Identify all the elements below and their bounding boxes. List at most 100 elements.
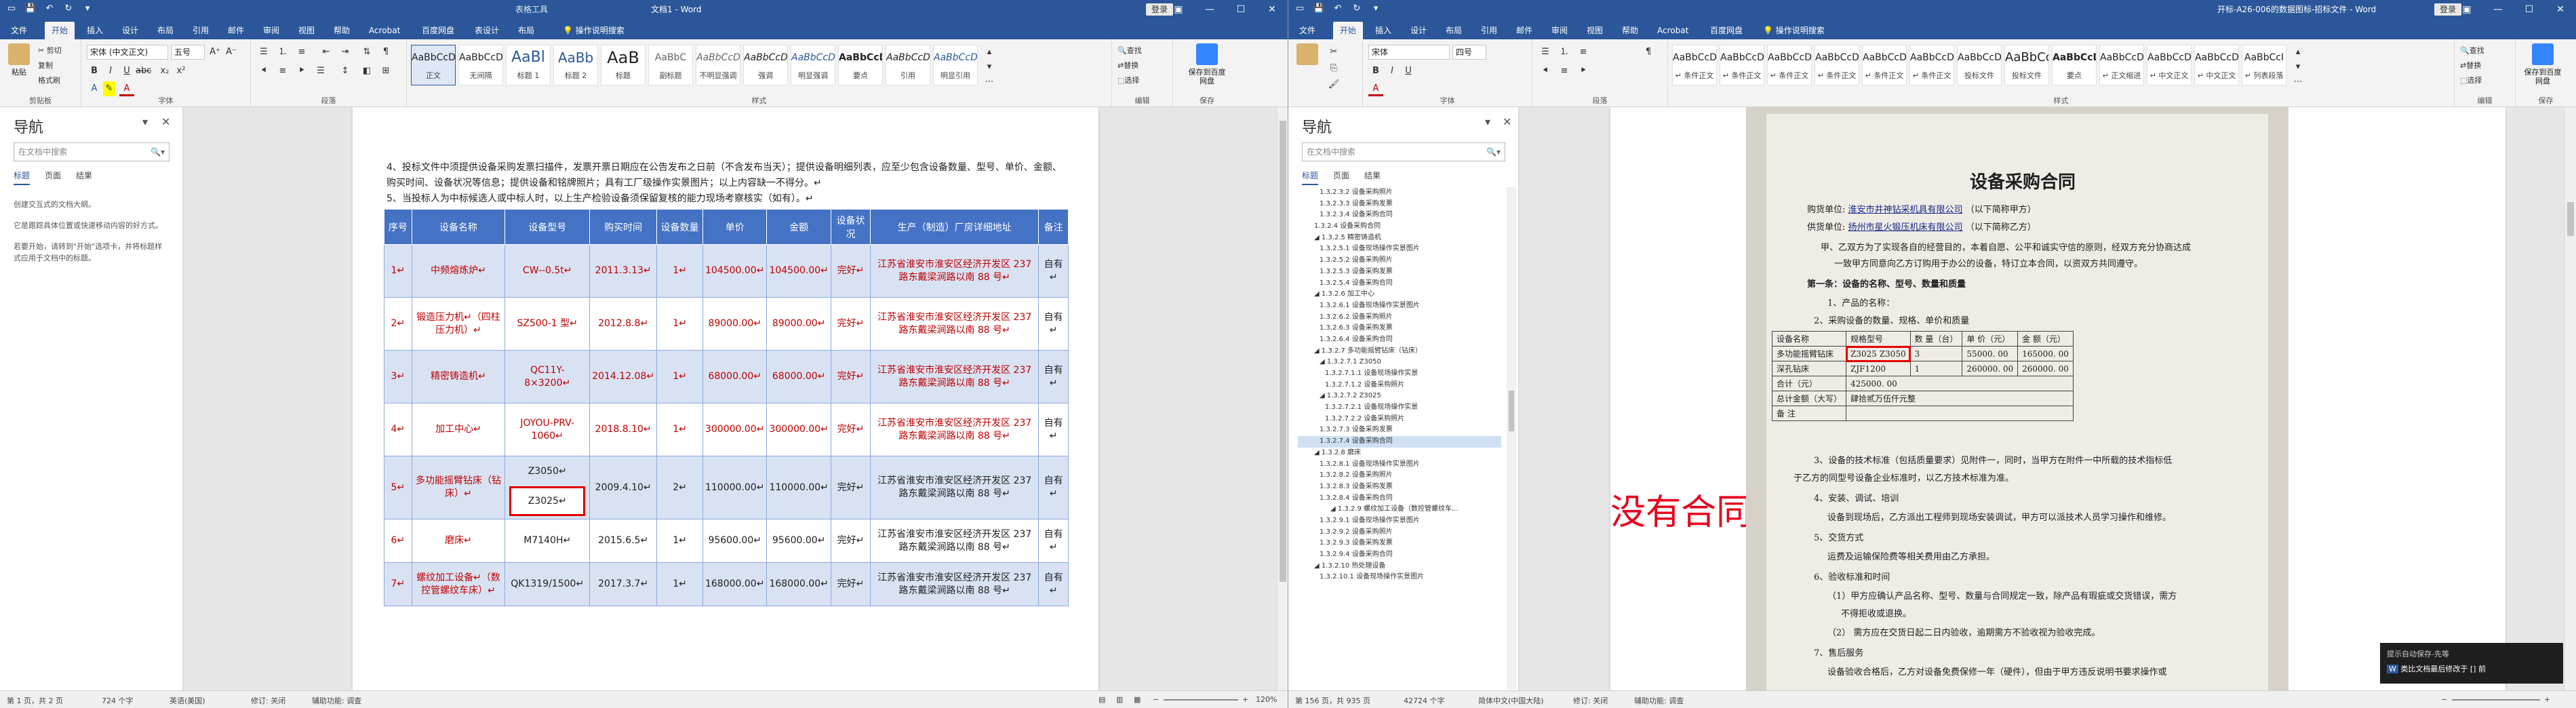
- style-item[interactable]: AaBbCcDc↵ 条件正文: [1815, 45, 1859, 85]
- cell-model[interactable]: QK1319/1500↵: [504, 562, 591, 606]
- align-right-icon[interactable]: ⯈: [1576, 64, 1591, 79]
- nav-tree-item[interactable]: 1.3.2.3.2 设备采购照片: [1298, 187, 1501, 199]
- styles-more-icon[interactable]: ⋯: [2291, 75, 2305, 90]
- styles-scroll-down-icon[interactable]: ▾: [2291, 60, 2305, 75]
- style-item[interactable]: AaBbCcDc要点: [2052, 45, 2097, 85]
- nav-options-icon[interactable]: ▾: [142, 115, 148, 128]
- cell-amount[interactable]: 104500.00↵: [766, 244, 831, 298]
- decrease-indent-icon[interactable]: ⇤: [319, 45, 334, 60]
- bold-icon[interactable]: B: [1368, 64, 1383, 79]
- maximize-icon[interactable]: ☐: [2514, 0, 2545, 19]
- cell-price[interactable]: 300000.00↵: [702, 403, 768, 456]
- font-size-select[interactable]: 四号: [1452, 45, 1486, 60]
- nav-tree-item[interactable]: 1.3.2.7.2.2 设备采购照片: [1298, 414, 1501, 425]
- tab-design[interactable]: 设计: [115, 22, 145, 39]
- underline-icon[interactable]: U: [1401, 64, 1416, 79]
- cell-model[interactable]: JOYOU-PRV-1060↵: [504, 403, 591, 456]
- grow-font-icon[interactable]: A⁺: [207, 45, 222, 60]
- cell-qty[interactable]: 1↵: [656, 350, 703, 404]
- style-heading2[interactable]: AaBb 标题 2: [553, 45, 598, 85]
- find-button[interactable]: 🔍查找: [2460, 43, 2484, 58]
- cell-remark[interactable]: 自有↵: [1038, 456, 1069, 519]
- autosave-toast[interactable]: 提示自动保存-先等 W 类比文档最后修改于 [] 前: [2380, 643, 2563, 684]
- save-baidu-button[interactable]: 保存到百度网盘: [2522, 43, 2563, 85]
- nav-tab-pages[interactable]: 页面: [45, 170, 61, 185]
- contract-photo[interactable]: 设备采购合同 购货单位: 淮安市井神钻采机具有限公司 （以下简称甲方） 供货单位…: [1746, 107, 2288, 690]
- document-page[interactable]: 4、投标文件中须提供设备采购发票扫描件，发票开票日期应在公告发布之日前（不含发布…: [353, 107, 1098, 690]
- nav-tree-item[interactable]: 1.3.2.9.3 设备采购发票: [1298, 538, 1501, 549]
- show-marks-icon[interactable]: ¶: [378, 45, 393, 60]
- nav-tree-item[interactable]: 1.3.2.7.4 设备采购合同: [1298, 436, 1501, 448]
- status-language[interactable]: 简体中文(中国大陆): [1478, 695, 1544, 706]
- cell-model[interactable]: SZ500-1 型↵: [504, 297, 591, 351]
- tab-help[interactable]: 帮助: [327, 22, 357, 39]
- style-item[interactable]: AaBbCcDc↵ 正文缩进: [2099, 45, 2144, 85]
- style-emphasis[interactable]: AaBbCcDd强调: [743, 45, 788, 85]
- close-icon[interactable]: ✕: [1256, 0, 1288, 19]
- save-icon[interactable]: 💾: [24, 3, 37, 15]
- minimize-icon[interactable]: —: [2482, 0, 2514, 19]
- cell-model[interactable]: Z3050↵ Z3025↵: [504, 456, 591, 519]
- cell-date[interactable]: 2017.3.7↵: [589, 562, 658, 606]
- select-button[interactable]: ⬚选择: [1117, 73, 1139, 88]
- cell-model[interactable]: QC11Y-8×3200↵: [504, 350, 591, 404]
- subscript-icon[interactable]: x₂: [157, 64, 172, 79]
- tab-file[interactable]: 文件: [4, 22, 34, 39]
- tab-view[interactable]: 视图: [1580, 22, 1610, 39]
- cell-no[interactable]: 7↵: [384, 562, 412, 606]
- nav-tree-item[interactable]: 1.3.2.8.1 设备现场操作实景图片: [1298, 459, 1501, 471]
- font-name-select[interactable]: 宋体 (中文正文): [87, 45, 168, 60]
- cell-name[interactable]: 锻造压力机↵（四柱压力机）↵: [411, 297, 506, 351]
- maximize-icon[interactable]: ☐: [1225, 0, 1256, 19]
- cut-icon[interactable]: ✂: [1326, 45, 1341, 60]
- ribbon-display-icon[interactable]: ▣: [2451, 0, 2482, 19]
- cell-remark[interactable]: 自有↵: [1038, 562, 1069, 606]
- styles-scroll-up-icon[interactable]: ▴: [982, 45, 997, 60]
- tab-design[interactable]: 设计: [1404, 22, 1433, 39]
- minimize-icon[interactable]: —: [1194, 0, 1225, 19]
- font-color-icon[interactable]: A: [119, 81, 134, 96]
- align-left-icon[interactable]: ⯇: [1538, 64, 1553, 79]
- style-normal[interactable]: AaBbCcDd正文: [411, 45, 456, 85]
- customize-icon[interactable]: ▾: [81, 3, 94, 15]
- tab-layout[interactable]: 布局: [151, 22, 180, 39]
- nav-tree-item[interactable]: 1.3.2.6.1 设备现场操作实景图片: [1298, 300, 1501, 312]
- tab-view[interactable]: 视图: [292, 22, 321, 39]
- status-language[interactable]: 英语(美国): [170, 695, 205, 706]
- underline-icon[interactable]: U: [119, 64, 134, 79]
- cell-no[interactable]: 6↵: [384, 519, 412, 563]
- cell-no[interactable]: 3↵: [384, 350, 412, 404]
- strikethrough-icon[interactable]: abc: [136, 64, 151, 79]
- vertical-scrollbar[interactable]: [1277, 107, 1288, 690]
- cell-qty[interactable]: 2↵: [656, 456, 703, 519]
- nav-close-icon[interactable]: ✕: [161, 115, 170, 128]
- nav-tree-item[interactable]: 1.3.2.6.2 设备采购照片: [1298, 312, 1501, 323]
- nav-tree-item[interactable]: ◢ 1.3.2.7.1 Z3050: [1298, 357, 1501, 368]
- text-effects-icon[interactable]: A: [87, 81, 102, 96]
- bullets-icon[interactable]: ☰: [256, 45, 271, 60]
- borders-icon[interactable]: ⊞: [378, 64, 393, 79]
- nav-tree-item[interactable]: ◢ 1.3.2.8 磨床: [1298, 448, 1501, 459]
- search-icon[interactable]: 🔍▾: [1486, 143, 1501, 161]
- styles-scroll-up-icon[interactable]: ▴: [2291, 45, 2305, 60]
- style-item[interactable]: AaBbCcDc↵ 中文正文: [2147, 45, 2192, 85]
- cell-amount[interactable]: 300000.00↵: [766, 403, 831, 456]
- nav-tree-item[interactable]: ◢ 1.3.2.10 热处理设备: [1298, 561, 1501, 572]
- cell-price[interactable]: 89000.00↵: [702, 297, 768, 351]
- tab-home[interactable]: 开始: [45, 22, 75, 39]
- cell-no[interactable]: 5↵: [384, 456, 412, 519]
- nav-tree-item[interactable]: 1.3.2.7.3 设备采购发票: [1298, 425, 1501, 436]
- redo-icon[interactable]: ↻: [62, 3, 75, 15]
- line-spacing-icon[interactable]: ↕: [338, 64, 353, 79]
- model-z3050[interactable]: Z3050↵: [505, 456, 589, 486]
- cell-name[interactable]: 精密铸造机↵: [411, 350, 506, 404]
- select-button[interactable]: ⬚选择: [2460, 73, 2482, 88]
- cell-no[interactable]: 1↵: [384, 244, 412, 298]
- cell-remark[interactable]: 自有↵: [1038, 297, 1069, 351]
- style-item[interactable]: AaBbCcDc↵ 条件正文: [1862, 45, 1907, 85]
- show-marks-icon[interactable]: ¶: [1641, 45, 1656, 60]
- style-subtle-emphasis[interactable]: AaBbCcDd不明显强调: [696, 45, 740, 85]
- style-subtitle[interactable]: AaBbC 副标题: [648, 45, 693, 85]
- tab-acrobat[interactable]: Acrobat: [362, 22, 407, 39]
- cell-name[interactable]: 多功能摇臂钻床（钻床）↵: [411, 456, 506, 519]
